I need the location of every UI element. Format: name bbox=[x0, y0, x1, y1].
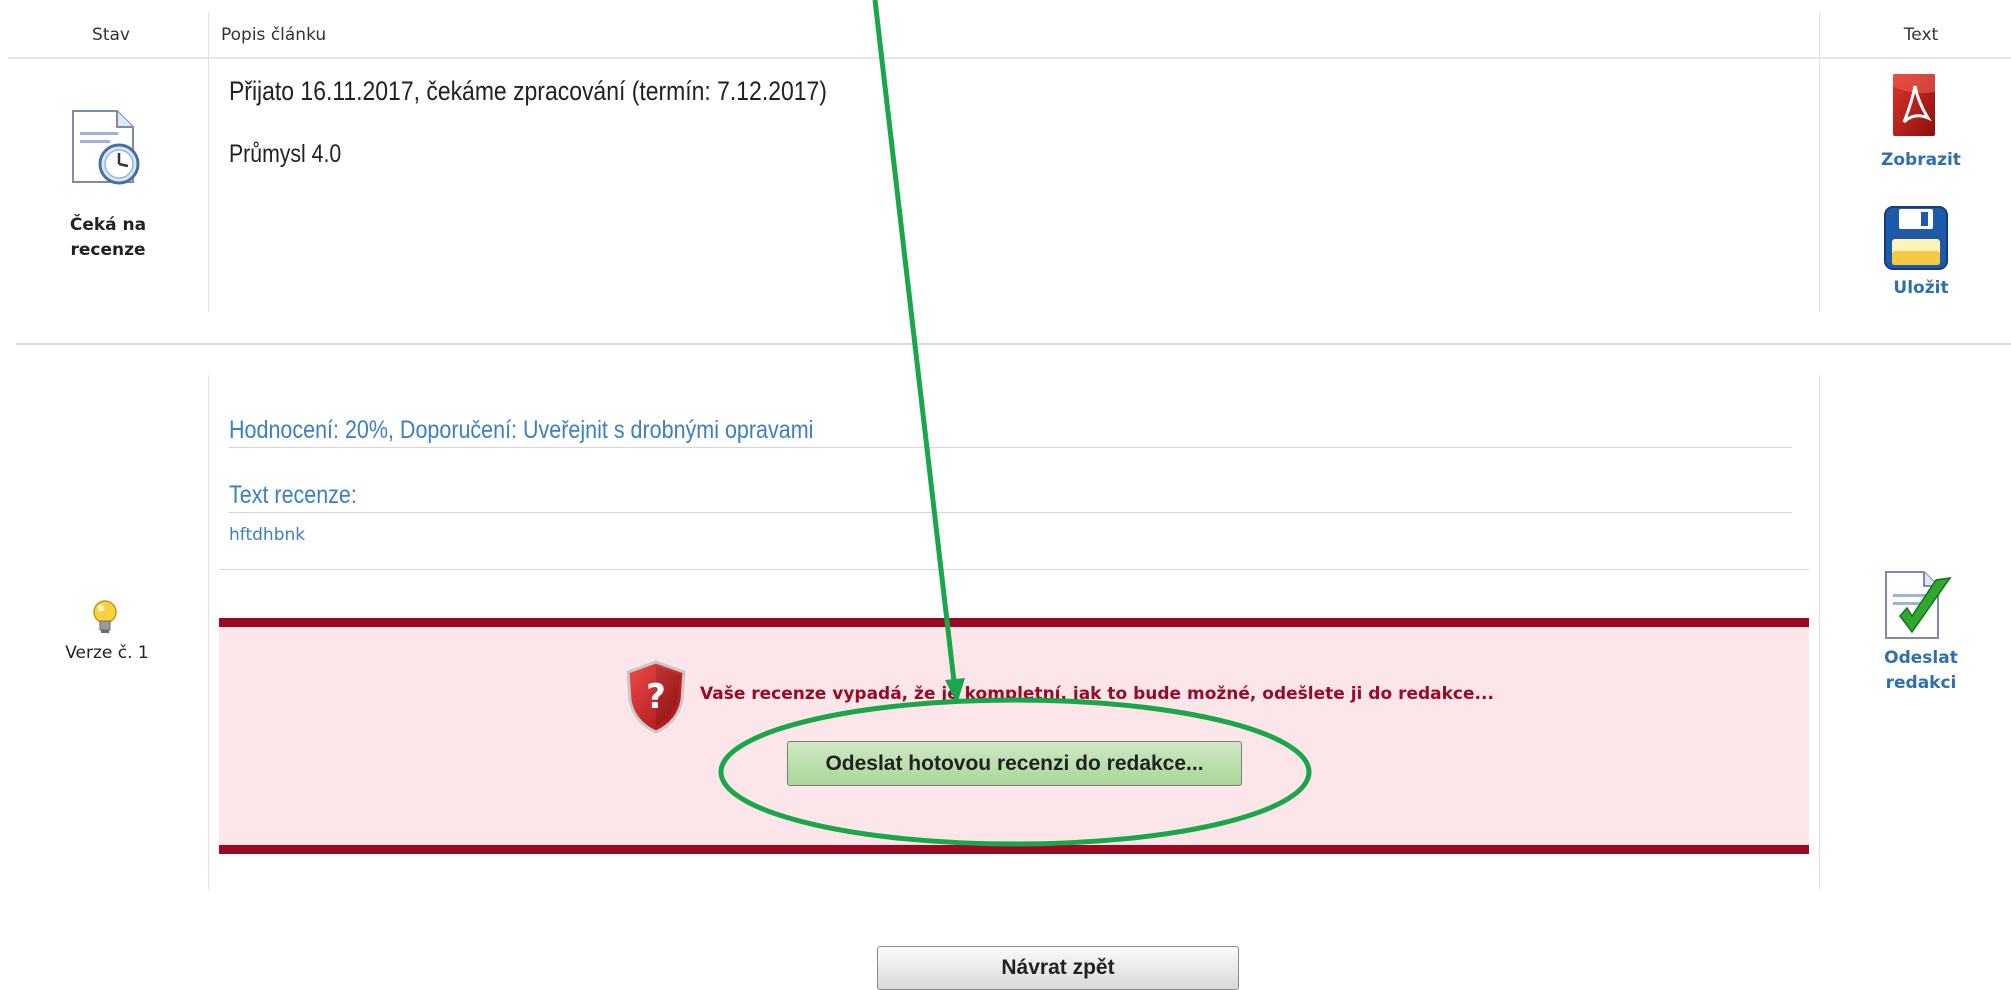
annotation-ellipse bbox=[718, 697, 1312, 847]
annotation-arrow-line bbox=[872, 0, 958, 691]
annotation-overlay bbox=[718, 0, 1312, 847]
